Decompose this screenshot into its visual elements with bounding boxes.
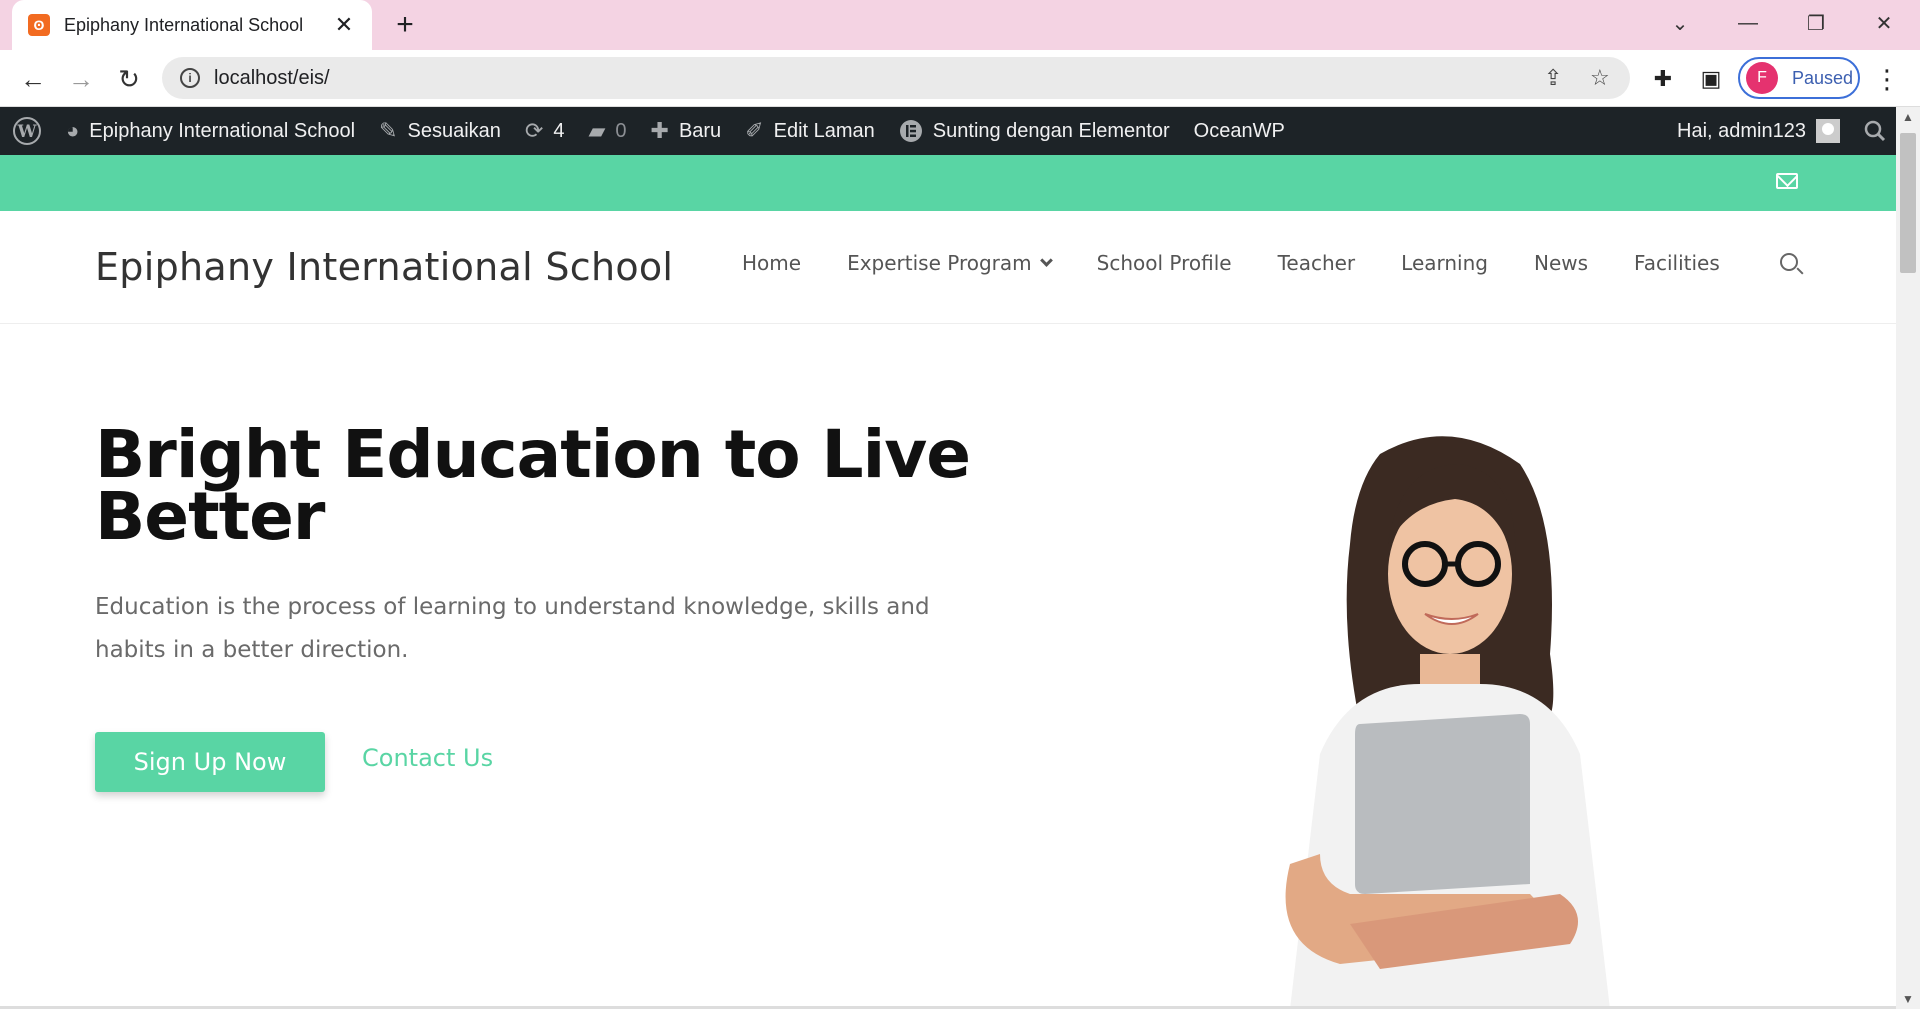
new-tab-button[interactable]: + [388,8,422,42]
new-label: Baru [678,119,722,142]
hero-title: Bright Education to Live Better [95,416,971,555]
dashboard-icon: ◕ [66,118,80,143]
back-arrow-icon[interactable]: ← [14,60,52,98]
url-text[interactable]: localhost/eis/ [214,67,330,90]
sign-up-button[interactable]: Sign Up Now [95,732,325,792]
page-scrollbar[interactable]: ▲ ▼ [1896,107,1920,1009]
browser-tab[interactable]: ʘ Epiphany International School ✕ [12,0,372,50]
site-top-bar [0,155,1896,211]
plus-icon: ✚ [650,118,669,143]
browser-menu-icon[interactable]: ⋮ [1870,62,1904,96]
close-window-button[interactable]: ✕ [1854,6,1914,40]
nav-item-school-profile[interactable]: School Profile [1097,251,1232,275]
hero-section: Bright Education to Live Better Educatio… [0,324,1896,1009]
svg-text:W: W [16,122,37,142]
oceanwp-label: OceanWP [1193,119,1285,142]
site-info-icon[interactable]: i [180,68,200,88]
address-bar[interactable]: i localhost/eis/ ⇪ ☆ [162,57,1630,99]
brush-icon: ✎ [379,118,398,143]
xampp-favicon-icon: ʘ [28,14,50,36]
new-content-link[interactable]: ✚ Baru [639,107,734,155]
nav-item-expertise-program[interactable]: Expertise Program [847,251,1053,275]
wordpress-icon: W [13,117,41,145]
greeting-label: Hai, admin123 [1677,119,1806,142]
admin-search-button[interactable] [1852,107,1896,155]
elementor-label: Sunting dengan Elementor [932,119,1170,142]
wp-logo-menu[interactable]: W [0,107,54,155]
comment-icon: ▰ [588,118,606,143]
tab-title: Epiphany International School [64,14,304,35]
scroll-up-arrow-icon[interactable]: ▲ [1896,107,1920,127]
nav-item-learning[interactable]: Learning [1401,251,1488,275]
student-photo [1285,436,1610,1009]
edit-page-label: Edit Laman [773,119,875,142]
profile-button[interactable]: F Paused [1738,57,1860,99]
site-header: Epiphany International School Home Exper… [0,211,1896,324]
updates-icon: ⟳ [524,118,544,143]
updates-link[interactable]: ⟳ 4 [513,107,577,155]
customize-label: Sesuaikan [407,119,501,142]
forward-arrow-icon[interactable]: → [62,60,100,98]
my-account-menu[interactable]: Hai, admin123 [1665,107,1852,155]
comments-count: 0 [615,119,627,142]
bookmark-star-icon[interactable]: ☆ [1590,57,1610,99]
search-icon[interactable] [1780,253,1798,271]
contact-us-link[interactable]: Contact Us [362,744,493,772]
mail-icon[interactable] [1776,173,1798,189]
nav-item-home[interactable]: Home [742,251,801,275]
edit-page-link[interactable]: ✐ Edit Laman [733,107,887,155]
customize-link[interactable]: ✎ Sesuaikan [367,107,513,155]
user-avatar [1816,119,1840,143]
nav-item-news[interactable]: News [1534,251,1588,275]
oceanwp-link[interactable]: OceanWP [1182,107,1297,155]
chevron-down-icon [1039,253,1053,267]
restore-button[interactable]: ❐ [1786,6,1846,40]
profile-avatar: F [1746,62,1778,94]
tab-search-chevron-icon[interactable]: ⌄ [1650,6,1710,40]
nav-item-facilities[interactable]: Facilities [1634,251,1720,275]
comments-link[interactable]: ▰ 0 [576,107,638,155]
profile-status: Paused [1792,67,1854,88]
nav-item-teacher[interactable]: Teacher [1278,251,1356,275]
extensions-puzzle-icon[interactable]: ✚ [1646,62,1680,96]
nav-item-expertise-program-label: Expertise Program [847,251,1032,275]
main-navigation: Home Expertise Program School Profile Te… [742,251,1766,275]
search-icon [1864,120,1886,142]
browser-toolbar: ← → ↻ i localhost/eis/ ⇪ ☆ ✚ ▣ F Paused … [0,50,1920,107]
wp-admin-bar: W ◕ Epiphany International School ✎ Sesu… [0,107,1896,155]
site-logo-title[interactable]: Epiphany International School [95,245,673,289]
pencil-icon: ✐ [745,118,764,143]
hero-description: Education is the process of learning to … [95,594,930,663]
elementor-link[interactable]: Sunting dengan Elementor [887,107,1182,155]
minimize-button[interactable]: — [1718,6,1778,40]
share-icon[interactable]: ⇪ [1544,57,1562,99]
reload-icon[interactable]: ↻ [110,60,148,98]
close-tab-icon[interactable]: ✕ [332,12,356,38]
scroll-down-arrow-icon[interactable]: ▼ [1896,989,1920,1009]
browser-tab-strip: ʘ Epiphany International School ✕ + ⌄ — … [0,0,1920,50]
elementor-icon [899,119,923,143]
updates-count: 4 [553,119,565,142]
admin-site-name[interactable]: ◕ Epiphany International School [54,107,367,155]
side-panel-icon[interactable]: ▣ [1694,62,1728,96]
admin-site-name-label: Epiphany International School [89,119,356,142]
scroll-thumb[interactable] [1900,133,1916,273]
